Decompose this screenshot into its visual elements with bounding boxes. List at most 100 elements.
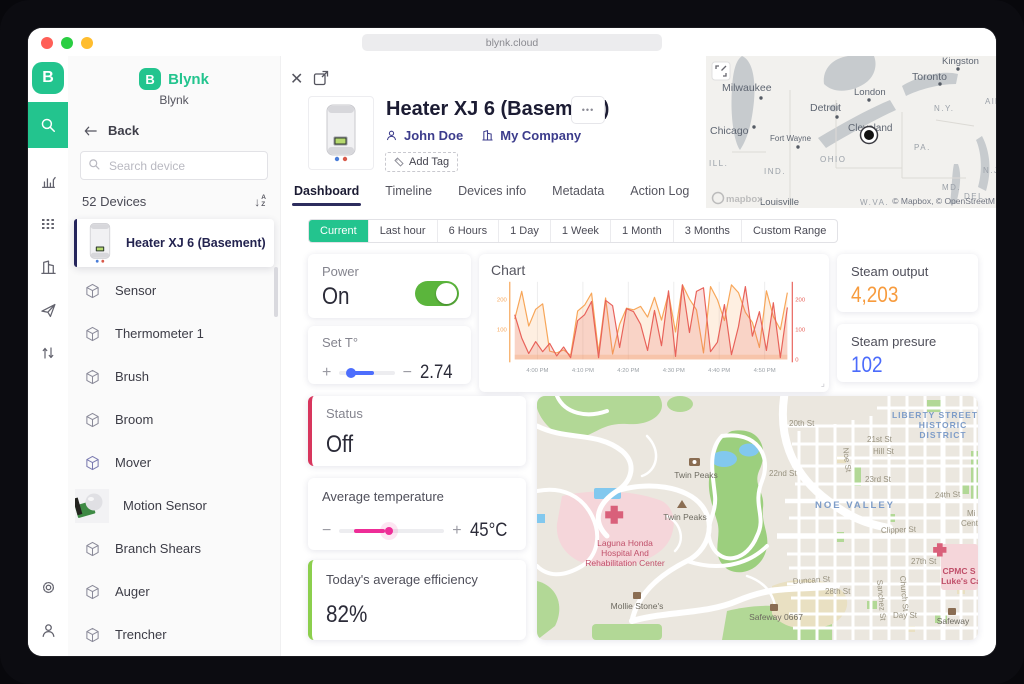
resize-handle-icon[interactable]: ⌟	[821, 378, 825, 389]
increase-button[interactable]: +	[322, 365, 331, 381]
arrow-left-icon	[83, 125, 98, 137]
sidebar-item-devices[interactable]	[34, 210, 62, 238]
map-expand-icon[interactable]	[712, 62, 730, 80]
range-3-months[interactable]: 3 Months	[673, 220, 741, 242]
sidebar-item-organization[interactable]	[34, 253, 62, 281]
map-attribution: © Mapbox, © OpenStreetM	[892, 196, 995, 206]
sort-button[interactable]: ↓ AZ	[254, 195, 266, 209]
street-label: 23rd St	[865, 475, 892, 484]
device-list-item[interactable]: Broom	[68, 398, 280, 441]
close-window-button[interactable]	[41, 37, 53, 49]
map-region-label: MD.	[942, 183, 961, 192]
sidebar-item-analytics[interactable]	[34, 167, 62, 195]
sidebar-item-account[interactable]	[34, 616, 62, 644]
range-1-day[interactable]: 1 Day	[498, 220, 550, 242]
decrease-button[interactable]: −	[403, 365, 412, 381]
sidebar-item-search[interactable]	[28, 102, 68, 148]
street-label: Clipper St	[881, 525, 917, 535]
decrease-button[interactable]: −	[322, 523, 331, 539]
organization-link[interactable]: My Company	[481, 128, 581, 143]
poi-label: Safeway 0667	[749, 612, 803, 622]
sidebar-item-settings[interactable]	[34, 573, 62, 601]
tag-icon	[394, 157, 404, 167]
svg-text:4:50 PM: 4:50 PM	[754, 368, 776, 374]
device-list-item[interactable]: Trencher	[68, 613, 280, 656]
blynk-logo[interactable]: B	[32, 62, 64, 94]
close-device-view-button[interactable]: ✕	[290, 69, 303, 89]
back-button[interactable]: Back	[83, 123, 139, 138]
location-map[interactable]: Kingston Toronto Milwaukee London Detroi…	[706, 56, 996, 208]
hospital-label: Rehabilitation Center	[585, 558, 665, 568]
widget-steam-output: Steam output 4,203	[837, 254, 978, 312]
main-content: ✕ Heater XJ 6 (Basement) ••• John Doe My…	[281, 56, 996, 656]
widget-label: Set T°	[322, 335, 457, 350]
device-list-item[interactable]: Motion Sensor	[68, 484, 280, 527]
device-panel: B Blynk Blynk Back 52 Devices ↓ AZ	[68, 56, 281, 656]
map-city-label: Louisville	[760, 197, 799, 208]
range-last-hour[interactable]: Last hour	[368, 220, 437, 242]
owner-link[interactable]: John Doe	[385, 128, 463, 143]
device-location-marker[interactable]	[861, 127, 878, 144]
tab-action-log[interactable]: Action Log	[630, 184, 689, 204]
zoom-window-button[interactable]	[81, 37, 93, 49]
city-map[interactable]: LIBERTY STREET HISTORIC DISTRICT NOE VAL…	[537, 396, 978, 640]
avg-temp-slider[interactable]	[339, 529, 444, 533]
tab-metadata[interactable]: Metadata	[552, 184, 604, 204]
increase-button[interactable]: +	[452, 523, 461, 539]
svg-text:0: 0	[795, 357, 798, 363]
set-t-slider[interactable]	[339, 371, 394, 375]
device-list-item[interactable]: Brush	[68, 355, 280, 398]
device-list-scrollbar[interactable]	[274, 267, 278, 317]
search-device-input[interactable]	[107, 152, 261, 179]
sidebar-item-transfer[interactable]	[34, 339, 62, 367]
more-options-button[interactable]: •••	[571, 96, 605, 124]
district-label: LIBERTY STREET	[892, 410, 978, 420]
minimize-window-button[interactable]	[61, 37, 73, 49]
set-t-value: 2.74	[420, 362, 453, 384]
device-list-item[interactable]: Sensor	[68, 269, 280, 312]
add-tag-button[interactable]: Add Tag	[385, 152, 458, 172]
range-current[interactable]: Current	[309, 220, 368, 242]
url-bar[interactable]: blynk.cloud	[362, 34, 662, 51]
map-city-label: Milwaukee	[722, 82, 772, 94]
device-cube-icon	[83, 412, 101, 428]
device-list-item[interactable]: Auger	[68, 570, 280, 613]
device-list-item[interactable]: Mover	[68, 441, 280, 484]
poi-label: Twin Peaks	[663, 512, 706, 522]
time-range-selector: Current Last hour 6 Hours 1 Day 1 Week 1…	[308, 219, 838, 243]
range-6-hours[interactable]: 6 Hours	[437, 220, 499, 242]
hospital-label: Laguna Honda	[597, 538, 653, 548]
device-list-item[interactable]: Branch Shears	[68, 527, 280, 570]
expand-icon[interactable]	[313, 70, 329, 86]
device-cube-icon	[83, 584, 101, 600]
svg-text:4:10 PM: 4:10 PM	[572, 368, 594, 374]
tab-devices-info[interactable]: Devices info	[458, 184, 526, 204]
range-custom[interactable]: Custom Range	[741, 220, 837, 242]
tab-dashboard[interactable]: Dashboard	[294, 184, 359, 204]
map-region-label: W.VA.	[860, 198, 889, 207]
slider-handle[interactable]	[346, 368, 356, 378]
device-count: 52 Devices	[82, 194, 146, 209]
owner-row: John Doe My Company	[385, 128, 581, 143]
street-label: 20th St	[789, 419, 815, 428]
device-list-item[interactable]: Thermometer 1	[68, 312, 280, 355]
device-list-item-selected[interactable]: Heater XJ 6 (Basement)	[74, 219, 274, 267]
hospital-label: Hospital And	[601, 548, 649, 558]
sidebar-item-notifications[interactable]	[34, 296, 62, 324]
street-label: Hill St	[873, 447, 895, 456]
slider-handle[interactable]	[385, 527, 393, 535]
steam-pressure-value: 102	[851, 352, 883, 378]
range-1-month[interactable]: 1 Month	[610, 220, 673, 242]
svg-text:200: 200	[795, 298, 805, 304]
tab-timeline[interactable]: Timeline	[385, 184, 432, 204]
steam-output-value: 4,203	[851, 282, 898, 308]
svg-text:4:40 PM: 4:40 PM	[708, 368, 730, 374]
power-value: On	[322, 283, 350, 311]
street-label: 24th St	[935, 490, 962, 500]
range-1-week[interactable]: 1 Week	[550, 220, 610, 242]
map-region-label: OHIO	[820, 155, 846, 164]
chart-svg[interactable]: 4:00 PM4:10 PM4:20 PM4:30 PM4:40 PM4:50 …	[491, 278, 817, 386]
svg-text:mapbox: mapbox	[726, 194, 763, 205]
device-cube-icon	[83, 455, 101, 471]
power-toggle[interactable]	[415, 281, 459, 306]
